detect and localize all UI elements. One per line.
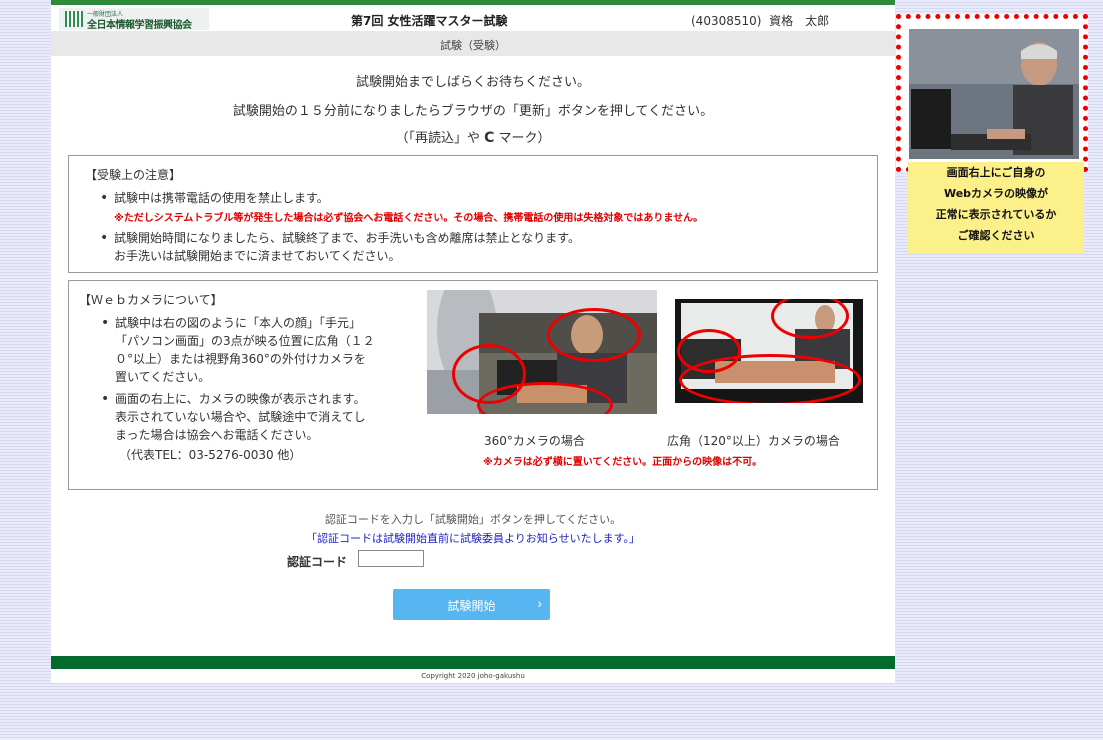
exam-title: 第7回 女性活躍マスター試験 [351,14,508,28]
camera-title: 【Ｗｅｂカメラについて】 [79,293,223,307]
webcam-panel-line3: 正常に表示されているか [935,208,1057,221]
photo-360-camera [427,290,657,414]
camera-item-placement-line1: 試験中は右の図のように「本人の顔」「手元」 [101,315,361,331]
user-name: 資格 太郎 [769,14,830,28]
webcam-panel-line2: Webカメラの映像が [943,187,1049,200]
user-info: (40308510) 資格 太郎 [691,12,829,29]
notice-item-seat-line2: お手洗いは試験開始までに済ませておいてください。 [114,249,401,263]
auth-instruction: 認証コードを入力し「試験開始」ボタンを押してください。 [324,513,622,526]
exam-notice-box: 【受験上の注意】 試験中は携帯電話の使用を禁止します。 ※ただしシステムトラブル… [68,155,878,273]
reload-suffix: マーク） [498,131,551,146]
user-id: (40308510) [691,14,762,28]
logo-name: 全日本情報学習振興協会 [87,20,192,31]
caption-360: 360°カメラの場合 [484,434,585,448]
auth-code-label: 認証コード [287,555,348,569]
wait-message: 試験開始までしばらくお待ちください。 [355,75,590,90]
subheader-bar: 試験（受験） [51,31,895,56]
exam-page: 一般財団法人 全日本情報学習振興協会 第7回 女性活躍マスター試験 (40308… [51,0,895,683]
start-exam-button[interactable]: 試験開始 › [393,589,550,620]
auth-code-input[interactable] [358,550,424,567]
reload-icon: C [484,130,495,146]
camera-item-display-line3: まった場合は協会へお電話ください。 [115,428,319,442]
photo-wide-camera [675,299,863,403]
caption-note: ※カメラは必ず横に置いてください。正面からの映像は不可。 [483,457,763,468]
footer-bar [51,656,895,669]
chevron-right-icon: › [537,595,542,611]
webcam-preview [896,14,1088,172]
notice-phone-note: ※ただしシステムトラブル等が発生した場合は必ず協会へお電話ください。その場合、携… [114,213,704,224]
notice-title: 【受験上の注意】 [85,168,182,182]
notice-item-phone: 試験中は携帯電話の使用を禁止します。 [100,190,329,206]
logo-mark-icon [65,11,83,27]
webcam-panel-line4: ご確認ください [957,229,1035,242]
webcam-info-box: 【Ｗｅｂカメラについて】 試験中は右の図のように「本人の顔」「手元」 「パソコン… [68,280,878,490]
association-logo: 一般財団法人 全日本情報学習振興協会 [59,8,209,31]
start-exam-label: 試験開始 [447,599,496,613]
refresh-message: 試験開始の１５分前になりましたらブラウザの「更新」ボタンを押してください。 [232,104,714,119]
copyright: Copyright 2020 joho-gakushu [421,672,525,680]
webcam-video-feed [901,19,1083,167]
highlight-face-circle [547,308,641,362]
reload-message: （「再読込」や C マーク） [51,127,895,146]
camera-item-placement-line4: 置いてください。 [115,370,211,384]
camera-item-display-line1: 画面の右上に、カメラの映像が表示されます。 [101,391,365,407]
caption-wide: 広角（120°以上）カメラの場合 [667,434,840,448]
webcam-panel-line1: 画面右上にご自身の [946,166,1046,179]
reload-prefix: （「再読込」や [395,131,480,146]
subheader-title: 試験（受験） [440,39,506,52]
camera-item-placement-line2: 「パソコン画面」の3点が映る位置に広角（１２ [115,334,375,348]
notice-item-seat: 試験開始時間になりましたら、試験終了まで、お手洗いも含め離席は禁止となります。 [100,230,580,246]
camera-tel: （代表TEL：03-5276-0030 他） [119,448,302,462]
header: 一般財団法人 全日本情報学習振興協会 第7回 女性活躍マスター試験 (40308… [51,5,895,31]
webcam-confirm-panel: 画面右上にご自身の Webカメラの映像が 正常に表示されているか ご確認ください [908,162,1084,254]
highlight-hands-circle-wide [679,354,861,403]
auth-notice: 「認証コードは試験開始直前に試験委員よりお知らせいたします。」 [306,532,640,545]
camera-item-display-line2: 表示されていない場合や、試験途中で消えてし [115,410,366,424]
camera-item-placement-line3: ０°以上）または視野角360°の外付けカメラを [115,352,366,366]
